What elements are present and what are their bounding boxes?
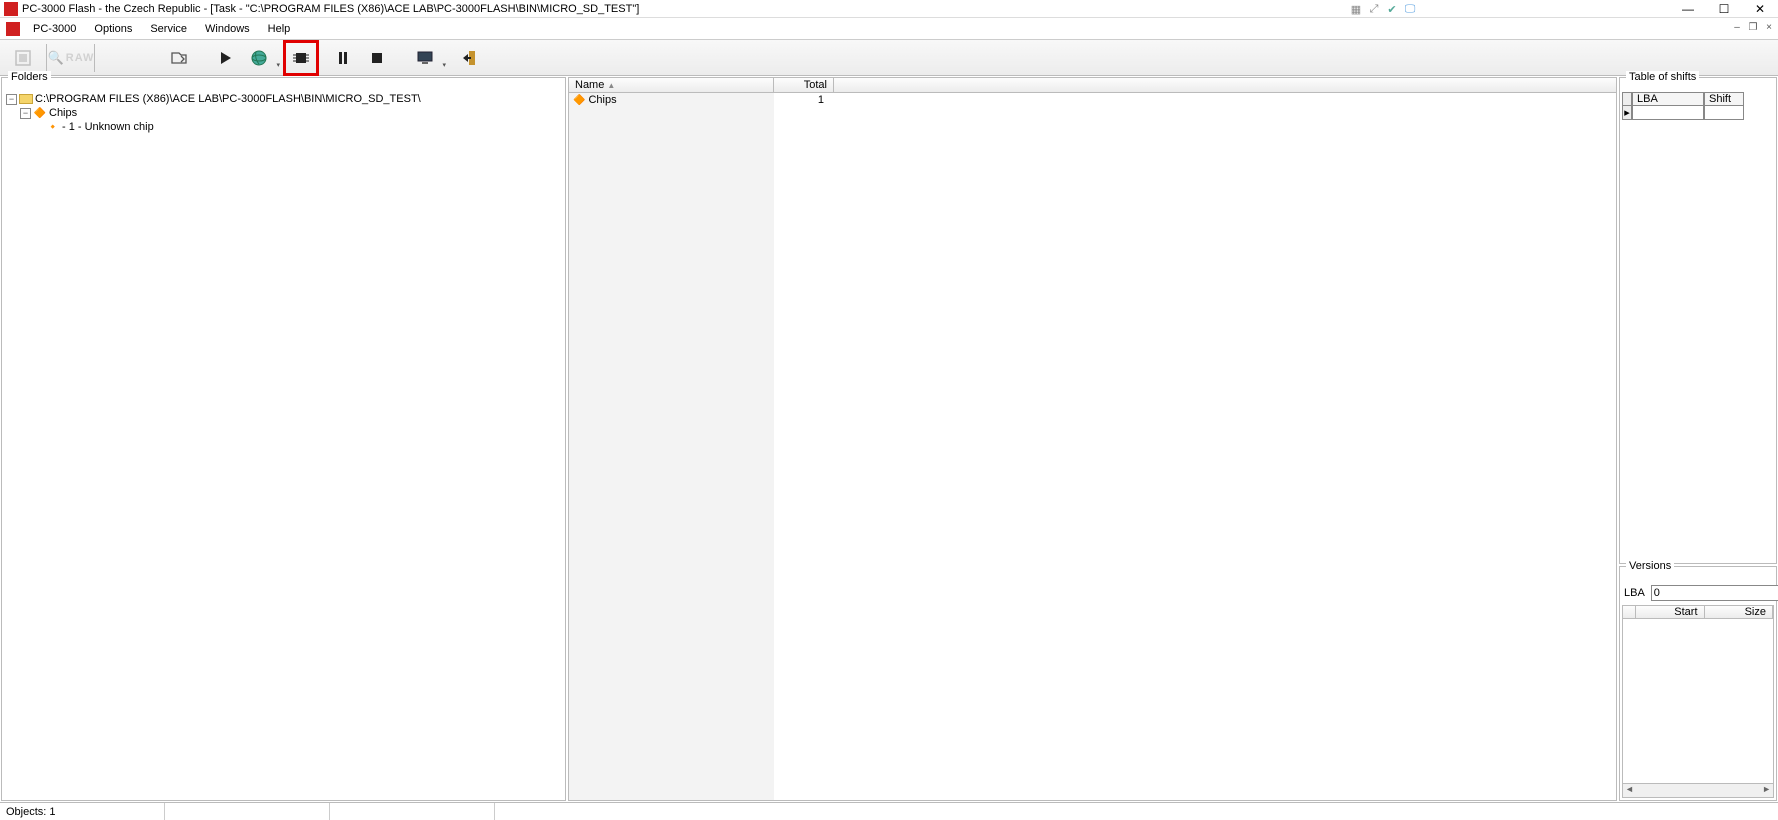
col-total-label: Total — [804, 79, 827, 91]
center-panel: Name ▲ Total 🔶 Chips 1 — [568, 77, 1617, 801]
list-header: Name ▲ Total — [569, 78, 1616, 93]
monitors-icon[interactable]: 🖵 — [1402, 2, 1418, 16]
lba-label: LBA — [1624, 587, 1645, 599]
raw-label: RAW — [66, 52, 95, 64]
menu-windows[interactable]: Windows — [196, 21, 259, 37]
close-button[interactable]: ✕ — [1742, 0, 1778, 18]
versions-scrollbar[interactable] — [1622, 784, 1774, 798]
status-cell-2 — [165, 803, 330, 820]
shifts-row[interactable]: ▸ — [1622, 106, 1774, 120]
menu-pc3000[interactable]: PC-3000 — [24, 21, 85, 37]
titlebar: PC-3000 Flash - the Czech Republic - [Ta… — [0, 0, 1778, 18]
statusbar: Objects: 1 — [0, 802, 1778, 820]
tree-root-label: C:\PROGRAM FILES (X86)\ACE LAB\PC-3000FL… — [35, 93, 421, 105]
list-row-chips[interactable]: 🔶 Chips 1 — [569, 93, 1616, 107]
versions-body[interactable] — [1622, 619, 1774, 784]
shifts-panel: Table of shifts LBA Shift ▸ — [1619, 77, 1777, 564]
menu-service[interactable]: Service — [141, 21, 196, 37]
globe-button[interactable] — [244, 43, 274, 73]
versions-panel: Versions LBA Start Size — [1619, 566, 1777, 801]
chip-item-icon: 🔸 — [46, 121, 60, 133]
window-controls: — ☐ ✕ — [1670, 0, 1778, 18]
check-icon[interactable]: ✔ — [1384, 2, 1400, 16]
grid-icon[interactable]: ▦ — [1348, 2, 1364, 16]
chips-icon: 🔶 — [33, 107, 47, 119]
folders-panel-label: Folders — [8, 71, 51, 83]
status-objects: Objects: 1 — [0, 803, 165, 820]
chips-row-icon: 🔶 — [573, 95, 585, 106]
open-button[interactable] — [164, 43, 194, 73]
stop-button[interactable] — [362, 43, 392, 73]
mdi-controls: – ❐ × — [1730, 20, 1776, 34]
folder-open-icon — [19, 93, 33, 105]
lba-input[interactable] — [1651, 585, 1778, 601]
maximize-button[interactable]: ☐ — [1706, 0, 1742, 18]
right-column: Table of shifts LBA Shift ▸ Versions LBA — [1618, 76, 1778, 802]
mdi-minimize-button[interactable]: – — [1730, 20, 1744, 34]
col-name-label: Name — [575, 79, 604, 91]
shifts-indicator-header — [1622, 92, 1632, 106]
versions-col-blank — [1623, 606, 1636, 618]
collapse-icon[interactable]: − — [6, 94, 17, 105]
monitor-button[interactable] — [410, 43, 440, 73]
folders-tree[interactable]: − C:\PROGRAM FILES (X86)\ACE LAB\PC-3000… — [2, 90, 565, 136]
versions-panel-label: Versions — [1626, 560, 1674, 572]
binoculars-icon: 🔍 — [48, 50, 64, 66]
window-title: PC-3000 Flash - the Czech Republic - [Ta… — [22, 3, 639, 15]
shifts-row-lba — [1632, 106, 1704, 120]
list-body[interactable]: 🔶 Chips 1 — [569, 93, 1616, 800]
app-icon — [4, 2, 18, 16]
exit-button[interactable] — [454, 43, 484, 73]
menubar: PC-3000 Options Service Windows Help – ❐… — [0, 18, 1778, 40]
tree-chips-label: Chips — [49, 107, 77, 119]
versions-col-start[interactable]: Start — [1636, 606, 1705, 618]
col-total[interactable]: Total — [774, 78, 834, 92]
pause-button[interactable] — [328, 43, 358, 73]
shifts-col-shift[interactable]: Shift — [1704, 92, 1744, 106]
lba-row: LBA — [1624, 585, 1772, 601]
folders-panel: Folders − C:\PROGRAM FILES (X86)\ACE LAB… — [1, 77, 566, 801]
menu-help[interactable]: Help — [259, 21, 300, 37]
titlebar-tool-icons: ▦ ⤢ ✔ 🖵 — [1348, 0, 1418, 18]
task-icon — [6, 22, 20, 36]
minimize-button[interactable]: — — [1670, 0, 1706, 18]
shifts-table[interactable]: LBA Shift ▸ — [1622, 92, 1774, 120]
raw-button[interactable]: 🔍 RAW — [56, 43, 86, 73]
sort-asc-icon: ▲ — [607, 81, 615, 90]
list-name-column-bg — [569, 93, 774, 800]
main-area: Folders − C:\PROGRAM FILES (X86)\ACE LAB… — [0, 76, 1778, 802]
list-row-total: 1 — [774, 94, 834, 106]
toolbar: 🔍 RAW — [0, 40, 1778, 76]
shifts-col-lba[interactable]: LBA — [1632, 92, 1704, 106]
mdi-close-button[interactable]: × — [1762, 20, 1776, 34]
expand-icon[interactable]: ⤢ — [1366, 2, 1382, 16]
play-button[interactable] — [210, 43, 240, 73]
collapse-icon[interactable]: − — [20, 108, 31, 119]
col-name[interactable]: Name ▲ — [569, 78, 774, 92]
shifts-row-shift — [1704, 106, 1744, 120]
chip-button[interactable] — [286, 43, 316, 73]
tree-root[interactable]: − C:\PROGRAM FILES (X86)\ACE LAB\PC-3000… — [6, 92, 561, 106]
status-cell-3 — [330, 803, 495, 820]
tree-unknown-chip[interactable]: 🔸 - 1 - Unknown chip — [6, 120, 561, 134]
tree-chips[interactable]: − 🔶 Chips — [6, 106, 561, 120]
versions-header: Start Size — [1622, 605, 1774, 619]
list-row-name: Chips — [588, 94, 616, 106]
versions-col-size[interactable]: Size — [1705, 606, 1774, 618]
mdi-restore-button[interactable]: ❐ — [1746, 20, 1760, 34]
row-indicator-icon: ▸ — [1622, 106, 1632, 120]
device-button[interactable] — [8, 43, 38, 73]
shifts-panel-label: Table of shifts — [1626, 71, 1699, 83]
tree-unknown-chip-label: - 1 - Unknown chip — [62, 121, 154, 133]
menu-options[interactable]: Options — [85, 21, 141, 37]
